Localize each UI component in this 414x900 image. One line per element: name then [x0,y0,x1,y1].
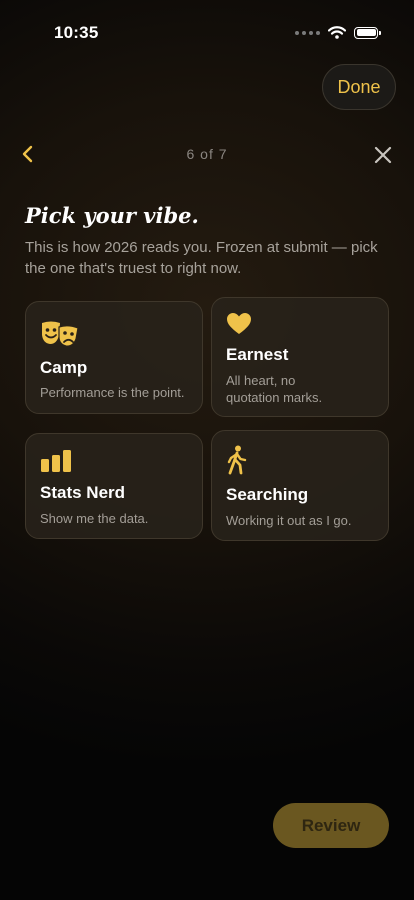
option-name: Searching [226,485,309,504]
option-description: All heart, no quotation marks. [226,373,323,405]
option-name: Camp [40,358,88,377]
option-card-camp[interactable]: Camp Performance is the point. [25,301,203,414]
heart-icon [227,313,251,334]
option-card-stats-nerd[interactable]: Stats Nerd Show me the data. [25,433,203,539]
status-time: 10:35 [54,23,99,42]
option-name: Earnest [226,345,289,364]
page-title: Pick your vibe. [25,203,199,228]
theater-masks-icon [42,321,79,347]
battery-icon [354,26,381,39]
done-button[interactable]: Done [322,64,396,110]
review-button[interactable]: Review [273,803,389,848]
step-counter: 6 of 7 [186,146,228,162]
option-description: Show me the data. [40,511,149,526]
option-description: Working it out as I go. [226,513,352,528]
walking-person-icon [227,445,247,475]
status-icons [295,26,381,39]
wifi-icon [328,26,346,39]
option-card-searching[interactable]: Searching Working it out as I go. [211,430,389,541]
option-description: Performance is the point. [40,385,185,400]
option-card-earnest[interactable]: Earnest All heart, no quotation marks. [211,297,389,417]
close-icon[interactable] [374,146,392,164]
signal-dots-icon [295,30,320,35]
option-name: Stats Nerd [40,483,126,502]
bar-chart-icon [41,450,71,472]
page-subtitle: This is how 2026 reads you. Frozen at su… [25,239,378,277]
